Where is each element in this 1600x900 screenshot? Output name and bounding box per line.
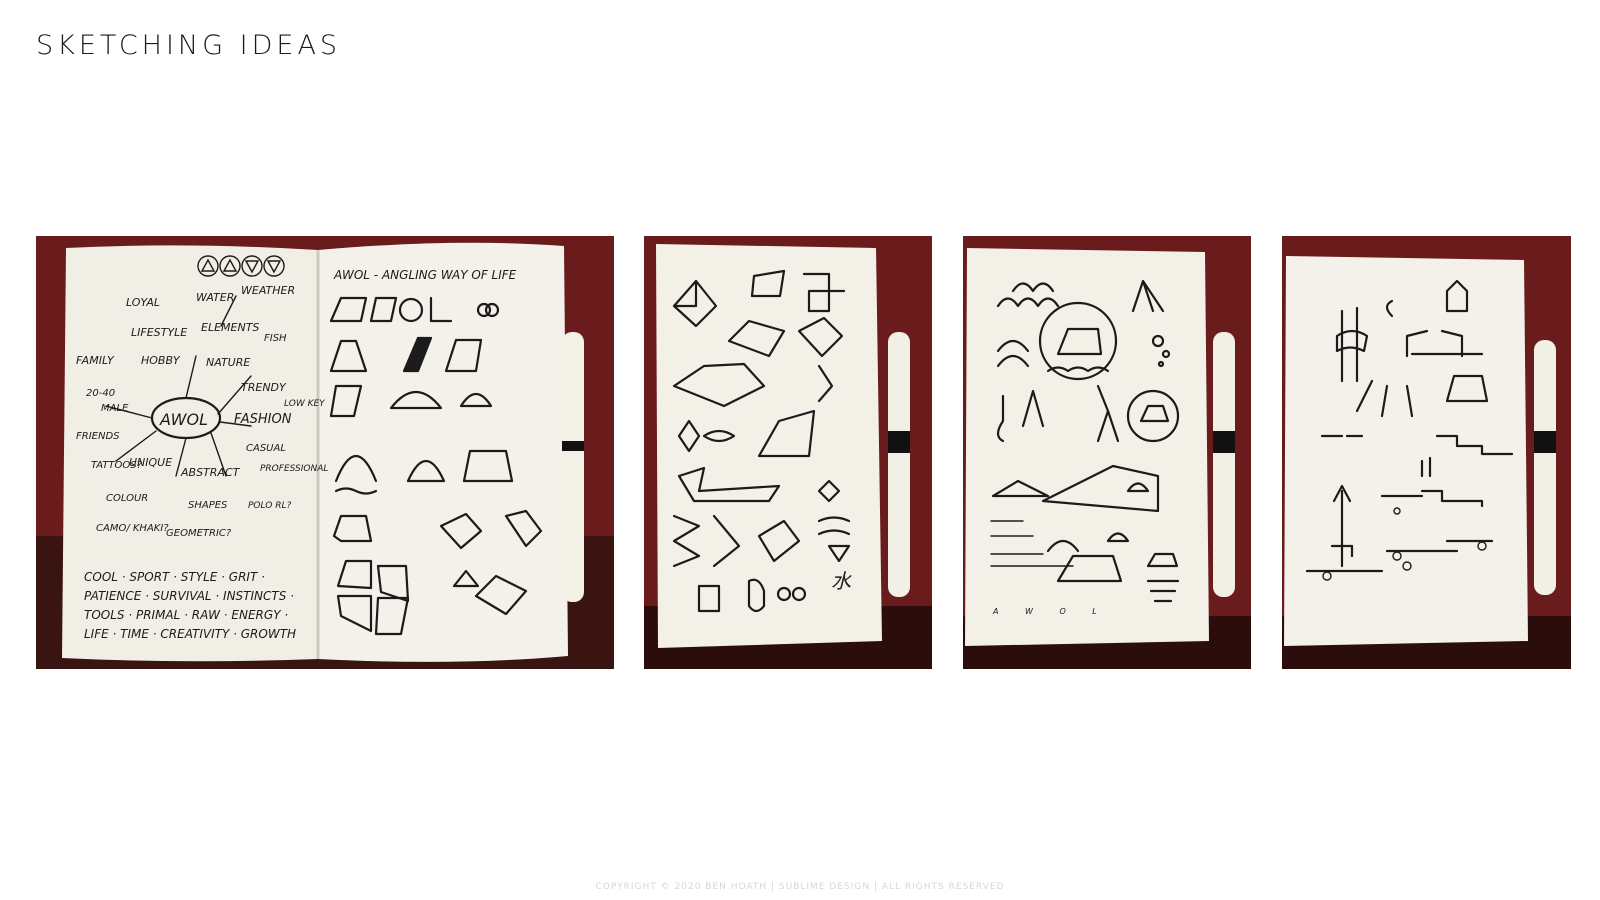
water-glyph: 水: [831, 569, 852, 593]
svg-text:GEOMETRIC?: GEOMETRIC?: [166, 528, 232, 539]
svg-text:COLOUR: COLOUR: [106, 493, 148, 504]
svg-text:FISH: FISH: [264, 333, 287, 344]
svg-text:LIFESTYLE: LIFESTYLE: [131, 326, 187, 339]
sketchbook-photo-spread: AWOL LOYAL WATER WEATHER LIFESTYLE ELEME…: [36, 236, 614, 669]
svg-text:SHAPES: SHAPES: [188, 500, 228, 511]
svg-text:CAMO/ KHAKI?: CAMO/ KHAKI?: [96, 523, 169, 534]
copyright-footer: COPYRIGHT © 2020 BEN HOATH | SUBLIME DES…: [595, 882, 1005, 892]
page-title: SKETCHING IDEAS: [36, 30, 342, 61]
svg-text:ELEMENTS: ELEMENTS: [201, 321, 259, 334]
sketchbook-photo-page-3: A W O L: [963, 236, 1251, 669]
keyword-line: PATIENCE · SURVIVAL · INSTINCTS ·: [84, 589, 294, 603]
logo-letters: A W O L: [992, 607, 1109, 616]
keyword-line: LIFE · TIME · CREATIVITY · GROWTH: [84, 627, 296, 641]
spread-heading: AWOL - ANGLING WAY OF LIFE: [333, 268, 517, 282]
keyword-line: TOOLS · PRIMAL · RAW · ENERGY ·: [84, 608, 288, 622]
svg-text:LOYAL: LOYAL: [126, 296, 160, 309]
svg-text:NATURE: NATURE: [206, 356, 250, 369]
svg-text:WATER: WATER: [196, 291, 234, 304]
svg-text:MALE: MALE: [101, 403, 129, 414]
svg-text:FRIENDS: FRIENDS: [76, 431, 120, 442]
mind-map-center: AWOL: [159, 410, 208, 429]
svg-text:POLO RL?: POLO RL?: [248, 501, 291, 511]
svg-text:ABSTRACT: ABSTRACT: [180, 466, 241, 479]
svg-text:PROFESSIONAL: PROFESSIONAL: [260, 464, 328, 474]
sketchbook-photo-page-4: [1282, 236, 1571, 669]
svg-text:CASUAL: CASUAL: [246, 443, 286, 454]
svg-text:WEATHER: WEATHER: [241, 284, 295, 297]
svg-text:HOBBY: HOBBY: [141, 354, 181, 367]
keyword-line: COOL · SPORT · STYLE · GRIT ·: [84, 570, 265, 584]
svg-text:TRENDY: TRENDY: [241, 381, 287, 394]
svg-text:FAMILY: FAMILY: [76, 354, 115, 367]
svg-text:FASHION: FASHION: [234, 412, 292, 427]
svg-text:20-40: 20-40: [86, 388, 115, 399]
svg-text:LOW KEY: LOW KEY: [284, 399, 326, 409]
svg-text:UNIQUE: UNIQUE: [129, 456, 172, 469]
sketchbook-photo-page-2: 水: [644, 236, 932, 669]
